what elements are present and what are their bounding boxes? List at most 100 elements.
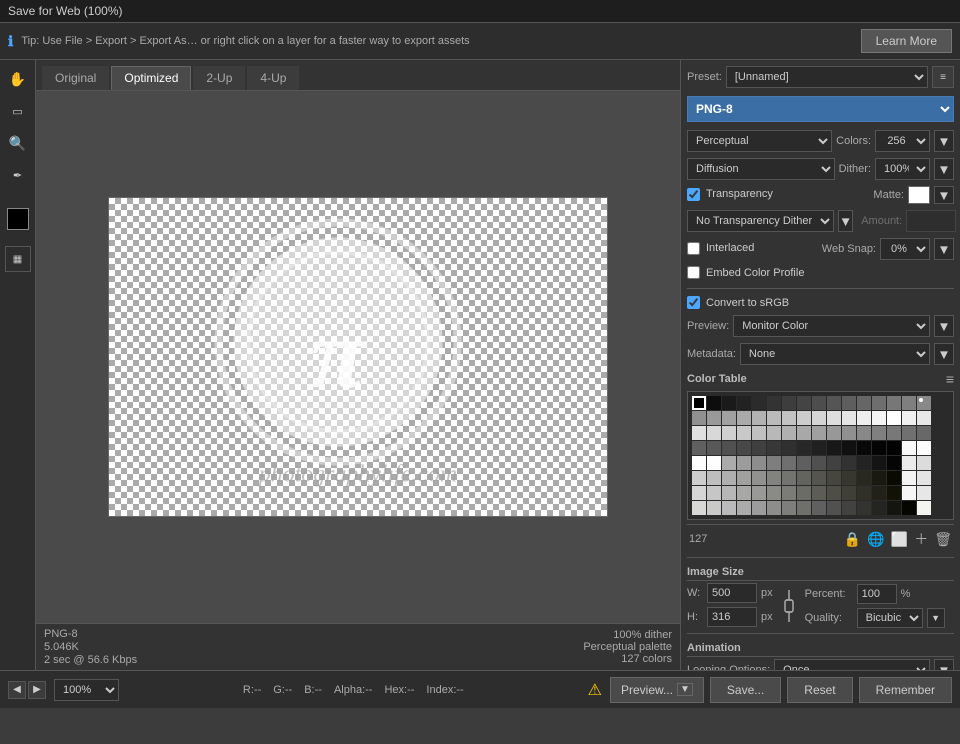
color-cell[interactable]: [827, 471, 841, 485]
color-cell[interactable]: [752, 426, 766, 440]
color-cell[interactable]: [737, 426, 751, 440]
color-cell[interactable]: [767, 396, 781, 410]
colors-select[interactable]: 256: [875, 130, 930, 152]
color-cell[interactable]: [797, 471, 811, 485]
color-cell[interactable]: [707, 441, 721, 455]
color-cell[interactable]: [737, 456, 751, 470]
lock-color-btn[interactable]: 🔒: [844, 529, 861, 549]
color-cell[interactable]: [737, 441, 751, 455]
color-cell[interactable]: [857, 471, 871, 485]
transparency-dither-dropdown-btn[interactable]: ▼: [838, 210, 853, 232]
color-cell[interactable]: [737, 471, 751, 485]
reset-button[interactable]: Reset: [787, 677, 852, 703]
color-cell[interactable]: [857, 426, 871, 440]
color-cell[interactable]: [812, 411, 826, 425]
color-cell[interactable]: [827, 426, 841, 440]
color-cell[interactable]: [842, 441, 856, 455]
color-cell[interactable]: [722, 396, 736, 410]
colors-dropdown-btn[interactable]: ▼: [934, 130, 954, 152]
color-cell[interactable]: [797, 441, 811, 455]
color-cell[interactable]: [902, 471, 916, 485]
save-button[interactable]: Save...: [710, 677, 781, 703]
color-cell[interactable]: [752, 456, 766, 470]
color-cell[interactable]: [887, 411, 901, 425]
color-cell[interactable]: [707, 411, 721, 425]
hand-tool[interactable]: ✋: [5, 66, 31, 92]
tab-2up[interactable]: 2-Up: [193, 66, 245, 90]
color-cell[interactable]: [692, 501, 706, 515]
color-cell[interactable]: [842, 396, 856, 410]
color-cell[interactable]: [752, 501, 766, 515]
color-cell[interactable]: [707, 501, 721, 515]
color-cell[interactable]: [797, 396, 811, 410]
color-cell[interactable]: [857, 486, 871, 500]
color-cell[interactable]: [827, 456, 841, 470]
color-cell[interactable]: [872, 426, 886, 440]
dither-select[interactable]: Diffusion: [687, 158, 835, 180]
color-cell[interactable]: [827, 441, 841, 455]
metadata-dropdown-btn[interactable]: ▼: [934, 343, 954, 365]
color-cell[interactable]: [782, 426, 796, 440]
color-cell[interactable]: [752, 441, 766, 455]
color-cell[interactable]: [722, 441, 736, 455]
color-cell[interactable]: [752, 486, 766, 500]
tab-optimized[interactable]: Optimized: [111, 66, 191, 90]
preview-dropdown-arrow[interactable]: ▼: [677, 683, 693, 696]
transparency-checkbox[interactable]: [687, 188, 700, 201]
color-cell[interactable]: [872, 501, 886, 515]
color-cell[interactable]: [917, 486, 931, 500]
color-cell[interactable]: [692, 426, 706, 440]
color-cell[interactable]: [902, 396, 916, 410]
preset-menu-button[interactable]: ≡: [932, 66, 954, 88]
color-table-menu-button[interactable]: ≡: [946, 371, 954, 387]
color-cell[interactable]: [692, 486, 706, 500]
color-cell[interactable]: [872, 456, 886, 470]
color-cell[interactable]: [842, 486, 856, 500]
color-cell[interactable]: [917, 441, 931, 455]
color-cell[interactable]: [767, 426, 781, 440]
color-cell[interactable]: [782, 441, 796, 455]
learn-more-button[interactable]: Learn More: [861, 29, 952, 53]
tab-original[interactable]: Original: [42, 66, 109, 90]
web-snap-btn[interactable]: ⬜: [891, 529, 908, 549]
color-cell[interactable]: [842, 411, 856, 425]
color-cell[interactable]: [842, 456, 856, 470]
color-cell[interactable]: [857, 501, 871, 515]
color-cell[interactable]: [887, 426, 901, 440]
matte-swatch[interactable]: [908, 186, 930, 204]
color-cell[interactable]: [722, 471, 736, 485]
color-cell[interactable]: [707, 426, 721, 440]
web-color-btn[interactable]: 🌐: [867, 529, 884, 549]
percent-input[interactable]: [857, 584, 897, 604]
eyedropper-tool[interactable]: ✒: [5, 162, 31, 188]
color-cell[interactable]: [917, 396, 931, 410]
metadata-select[interactable]: None: [740, 343, 930, 365]
color-cell[interactable]: [707, 486, 721, 500]
color-cell[interactable]: [782, 396, 796, 410]
color-cell[interactable]: [737, 411, 751, 425]
interlaced-checkbox[interactable]: [687, 242, 700, 255]
color-cell[interactable]: [722, 501, 736, 515]
color-cell[interactable]: [872, 486, 886, 500]
color-cell[interactable]: [752, 411, 766, 425]
preview-select[interactable]: Monitor Color: [733, 315, 930, 337]
embed-color-checkbox[interactable]: [687, 266, 700, 279]
color-cell[interactable]: [812, 396, 826, 410]
color-cell[interactable]: [737, 396, 751, 410]
zoom-tool[interactable]: 🔍: [5, 130, 31, 156]
color-cell[interactable]: [812, 471, 826, 485]
color-cell[interactable]: [872, 396, 886, 410]
color-cell[interactable]: [842, 471, 856, 485]
color-cell[interactable]: [782, 486, 796, 500]
color-cell[interactable]: [752, 471, 766, 485]
color-cell[interactable]: [782, 501, 796, 515]
color-cell[interactable]: [902, 486, 916, 500]
color-cell[interactable]: [902, 426, 916, 440]
color-cell[interactable]: [917, 456, 931, 470]
color-cell[interactable]: [827, 501, 841, 515]
delete-color-btn[interactable]: 🗑: [934, 529, 952, 549]
select-tool[interactable]: ▭: [5, 98, 31, 124]
quality-select[interactable]: Bicubic: [857, 608, 923, 628]
zoom-select[interactable]: 100%: [54, 679, 119, 701]
quality-dropdown-btn[interactable]: ▼: [927, 608, 945, 628]
